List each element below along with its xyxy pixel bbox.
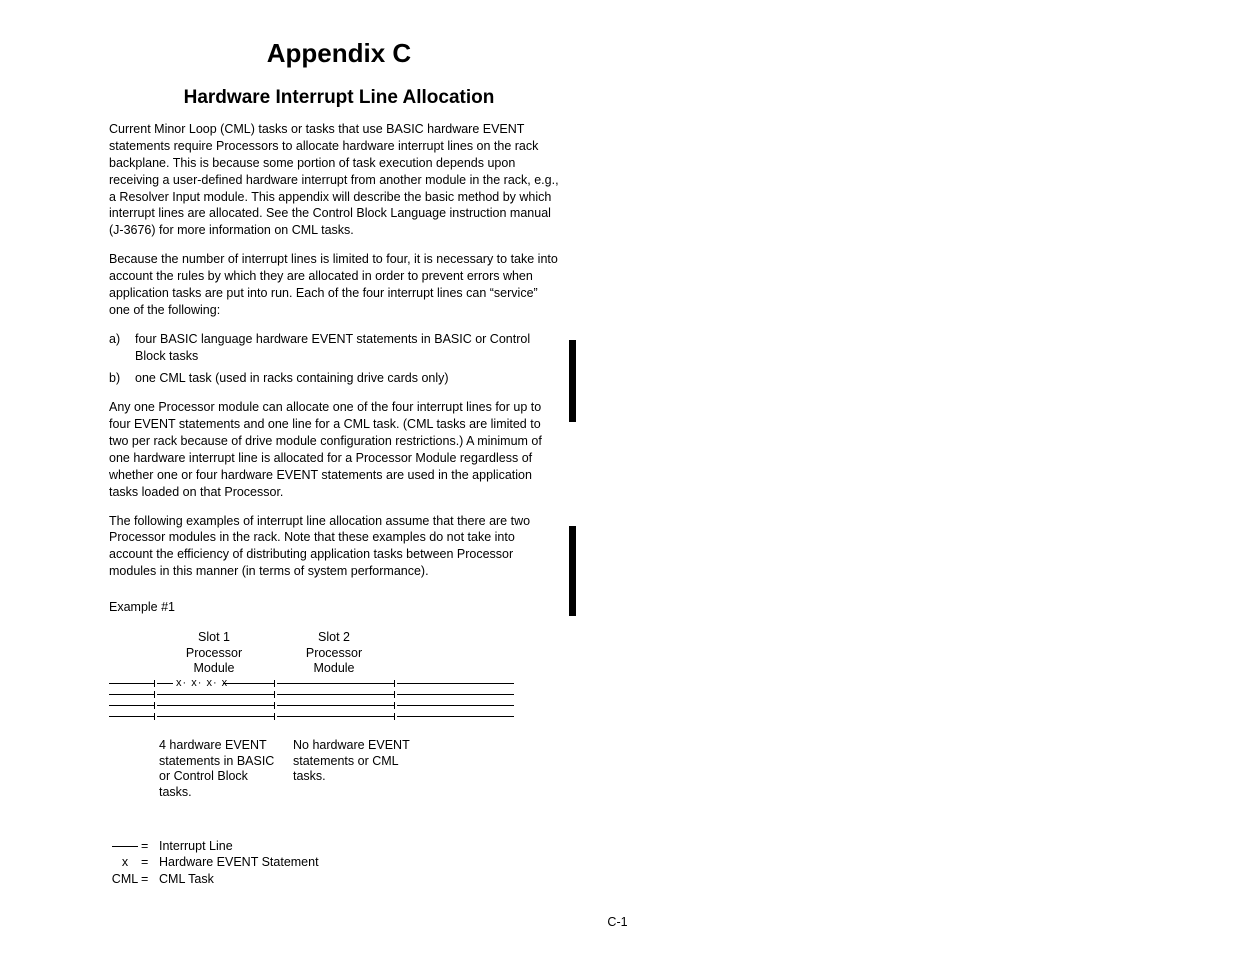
option-list: a) four BASIC language hardware EVENT st…	[109, 331, 559, 388]
slot2-header: Slot 2 Processor Module	[279, 630, 389, 677]
slot1-description: 4 hardware EVENT statements in BASIC or …	[159, 738, 279, 801]
slot2-title: Slot 2	[279, 630, 389, 646]
paragraph-1: Current Minor Loop (CML) tasks or tasks …	[109, 121, 559, 239]
legend-equals: =	[141, 854, 159, 870]
legend-x-symbol: x	[109, 854, 141, 870]
list-item-label: b)	[109, 370, 135, 387]
slot-divider	[394, 691, 395, 698]
irq-line-seg	[157, 694, 274, 695]
legend-row: x = Hardware EVENT Statement	[109, 854, 579, 870]
paragraph-3: Any one Processor module can allocate on…	[109, 399, 559, 500]
slot-divider	[394, 713, 395, 720]
slot-divider	[154, 680, 155, 687]
paragraph-2: Because the number of interrupt lines is…	[109, 251, 559, 319]
list-item-label: a)	[109, 331, 135, 365]
event-x-marks: x· x· x· x	[176, 677, 228, 689]
irq-line-seg	[109, 716, 154, 717]
slot1-sub2: Module	[159, 661, 269, 677]
irq-line-seg	[109, 694, 154, 695]
appendix-title: Appendix C	[109, 38, 569, 69]
slot2-description: No hardware EVENT statements or CML task…	[293, 738, 413, 785]
slot-divider	[154, 702, 155, 709]
legend-equals: =	[141, 871, 159, 887]
irq-line-seg	[277, 683, 394, 684]
paragraph-4: The following examples of interrupt line…	[109, 513, 559, 581]
slot2-sub1: Processor	[279, 646, 389, 662]
list-item-text: one CML task (used in racks containing d…	[135, 370, 559, 387]
irq-line-seg	[157, 716, 274, 717]
irq-line-seg	[397, 683, 514, 684]
slot-divider	[154, 691, 155, 698]
margin-tick	[569, 526, 576, 616]
legend-cml-symbol: CML	[109, 871, 141, 887]
example-label: Example #1	[109, 600, 579, 614]
irq-line-seg	[109, 705, 154, 706]
list-item-text: four BASIC language hardware EVENT state…	[135, 331, 559, 365]
slot-divider	[274, 680, 275, 687]
legend-equals: =	[141, 838, 159, 854]
legend-x-label: Hardware EVENT Statement	[159, 854, 319, 870]
slot-divider	[394, 680, 395, 687]
section-title: Hardware Interrupt Line Allocation	[109, 87, 569, 109]
slot-divider	[274, 713, 275, 720]
legend-line-label: Interrupt Line	[159, 838, 233, 854]
legend-line-symbol	[109, 838, 141, 854]
irq-line-seg	[157, 683, 173, 684]
list-item: a) four BASIC language hardware EVENT st…	[109, 331, 559, 365]
irq-line-seg	[397, 716, 514, 717]
margin-tick	[569, 340, 576, 422]
slot1-title: Slot 1	[159, 630, 269, 646]
diagram-legend: = Interrupt Line x = Hardware EVENT Stat…	[109, 838, 579, 887]
slot1-sub1: Processor	[159, 646, 269, 662]
irq-line-seg	[109, 683, 154, 684]
legend-row: = Interrupt Line	[109, 838, 579, 854]
list-item: b) one CML task (used in racks containin…	[109, 370, 559, 387]
irq-line-seg	[277, 705, 394, 706]
slot-divider	[154, 713, 155, 720]
slot-divider	[274, 691, 275, 698]
page-number: C-1	[0, 915, 1235, 929]
interrupt-diagram: Slot 1 Processor Module Slot 2 Processor…	[109, 630, 579, 810]
irq-line-seg	[277, 716, 394, 717]
slot-divider	[394, 702, 395, 709]
legend-row: CML = CML Task	[109, 871, 579, 887]
irq-line-seg	[397, 694, 514, 695]
irq-line-seg	[157, 705, 274, 706]
slot-divider	[274, 702, 275, 709]
slot1-header: Slot 1 Processor Module	[159, 630, 269, 677]
irq-line-seg	[277, 694, 394, 695]
legend-cml-label: CML Task	[159, 871, 214, 887]
irq-line-seg	[397, 705, 514, 706]
irq-line-seg	[223, 683, 274, 684]
slot2-sub2: Module	[279, 661, 389, 677]
